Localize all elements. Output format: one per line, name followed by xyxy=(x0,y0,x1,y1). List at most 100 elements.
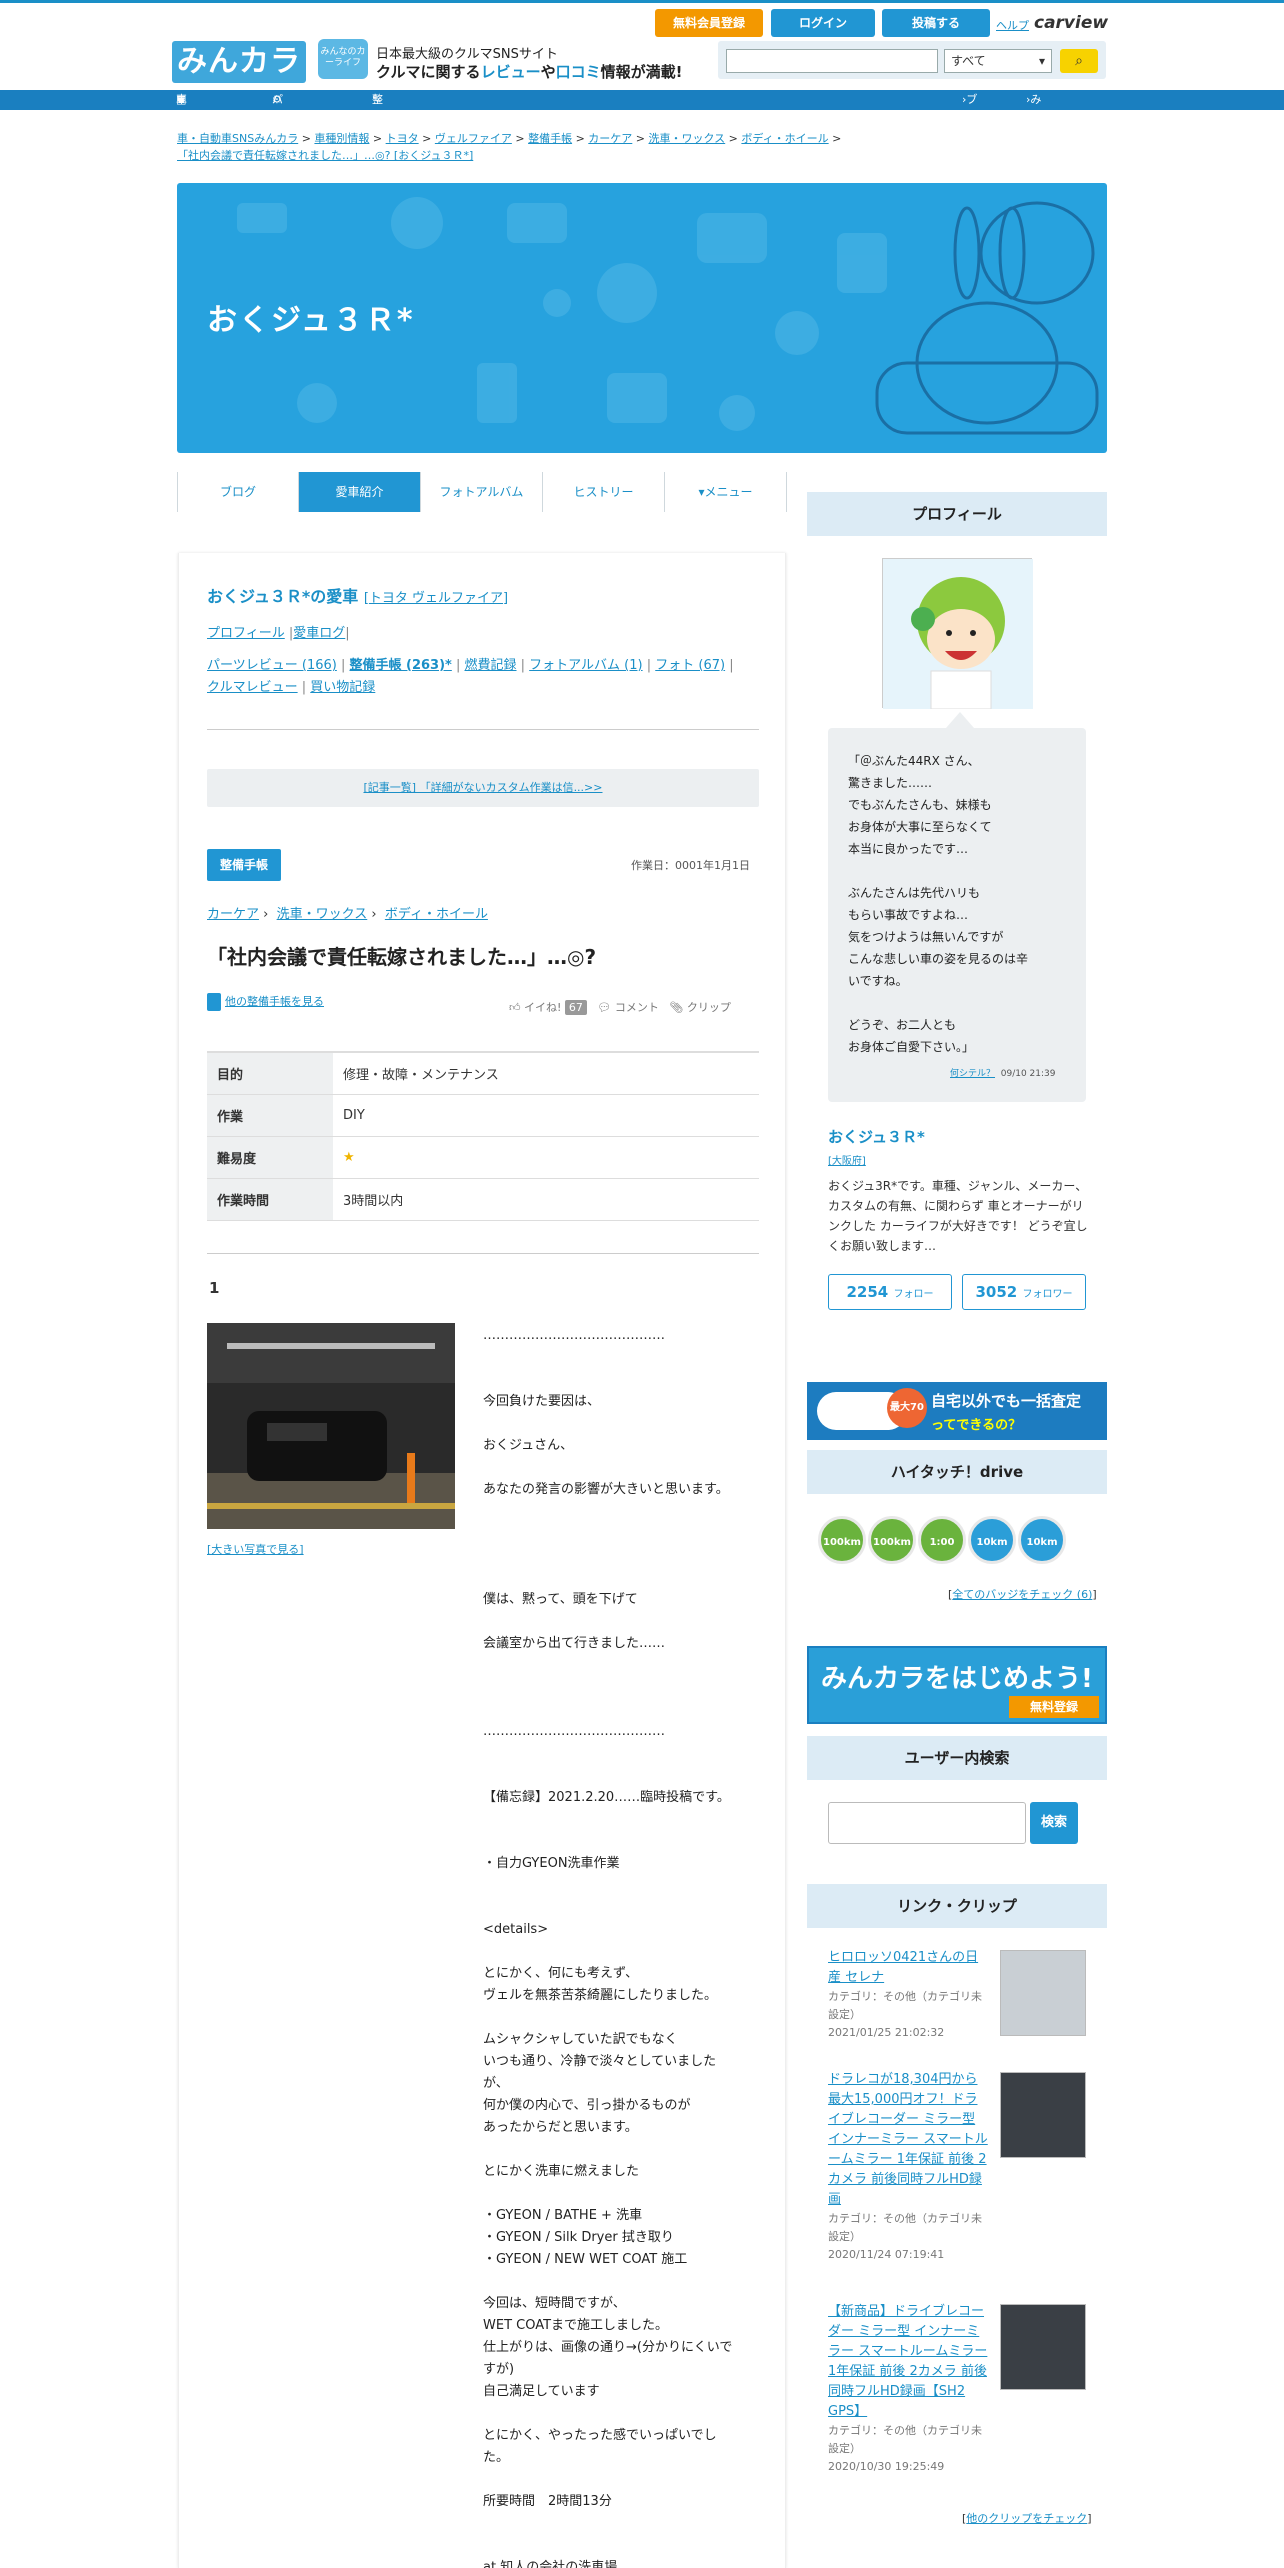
clip-title-link[interactable]: 【新商品】ドライブレコーダー ミラー型 インナーミラー スマートルームミラー 1… xyxy=(828,2302,988,2422)
album-link[interactable]: フォトアルバム (1) xyxy=(529,658,642,673)
clip-button[interactable]: 📎︎ クリップ xyxy=(669,1001,730,1014)
profile-region[interactable]: [大阪府] xyxy=(828,1152,866,1167)
enlarge-photo-link[interactable]: [大きい写真で見る] xyxy=(207,1541,304,1557)
carlog-link[interactable]: 愛車ログ xyxy=(293,626,345,641)
owner-heading: おくジュ３Ｒ*の愛車 [トヨタ ヴェルファイア] xyxy=(207,587,509,606)
user-search-button[interactable]: 検索 xyxy=(1030,1802,1078,1844)
help-link[interactable]: ヘルプ xyxy=(996,17,1029,33)
shopping-link[interactable]: 買い物記録 xyxy=(310,680,375,695)
like-button[interactable]: 👍︎ イイね! 67 xyxy=(509,1000,587,1015)
profile-name[interactable]: おくジュ３Ｒ* xyxy=(828,1126,925,1147)
search-icon: ⌕ xyxy=(1075,53,1083,69)
breadcrumb-current[interactable]: 「社内会議で責任転嫁されました…」…◎? [おくジュ３Ｒ*] xyxy=(177,149,473,162)
follower-count-button[interactable]: 3052 フォロワー xyxy=(962,1274,1086,1310)
tab-my-car[interactable]: 愛車紹介 xyxy=(299,472,421,512)
profile-link[interactable]: プロフィール xyxy=(207,626,285,641)
article-list-nav[interactable]: [記事一覧] 「詳細がないカスタム作業は信...>> xyxy=(207,769,759,807)
search-button[interactable]: ⌕ xyxy=(1060,49,1098,73)
car-review-link[interactable]: クルマレビュー xyxy=(207,680,298,695)
breadcrumb-car-info[interactable]: 車種別情報 xyxy=(314,132,369,145)
table-row: 作業時間 3時間以内 xyxy=(207,1178,759,1221)
user-search-input[interactable] xyxy=(828,1802,1026,1844)
carview-logo[interactable]: carview xyxy=(1034,13,1108,33)
search-input[interactable] xyxy=(726,49,938,73)
tab-blog[interactable]: ブログ xyxy=(177,472,299,512)
category-wash[interactable]: 洗車・ワックス xyxy=(277,907,368,922)
tab-photo-album[interactable]: フォトアルバム xyxy=(421,472,543,512)
search-scope-select[interactable]: すべて ▾ xyxy=(944,49,1052,73)
breadcrumb-home[interactable]: 車・自動車SNSみんカラ xyxy=(177,132,298,145)
avatar-illustration xyxy=(883,559,1033,710)
user-avatar[interactable] xyxy=(882,558,1033,710)
clip-thumbnail[interactable] xyxy=(1000,2072,1086,2158)
clip-thumbnail[interactable] xyxy=(1000,2304,1086,2390)
like-count: 67 xyxy=(564,1000,587,1015)
parts-review-link[interactable]: パーツレビュー (166) xyxy=(207,658,337,673)
join-minkara-banner[interactable]: みんカラをはじめよう! 無料登録 xyxy=(807,1646,1107,1724)
tab-history[interactable]: ヒストリー xyxy=(543,472,665,512)
breadcrumb-wash[interactable]: 洗車・ワックス xyxy=(649,132,726,145)
status-meta: 何シテル？ 09/10 21:39 xyxy=(950,1069,1056,1079)
breadcrumb-carcare[interactable]: カーケア xyxy=(588,132,632,145)
other-maintenance[interactable]: 他の整備手帳を見る xyxy=(207,993,324,1011)
photo-link[interactable]: フォト (67) xyxy=(655,658,725,673)
all-badges: [全てのバッジをチェック (6)] xyxy=(948,1588,1097,1601)
follow-count-button[interactable]: 2254 フォロー xyxy=(828,1274,952,1310)
clip-title-link[interactable]: ドラレコが18,304円から最大15,000円オフ！ドライブレコーダー ミラー型… xyxy=(828,2070,988,2210)
badge-100km-icon[interactable]: 100km xyxy=(818,1516,866,1564)
step-number: 1 xyxy=(209,1279,220,1297)
profile-tabs: ブログ 愛車紹介 フォトアルバム ヒストリー ▾メニュー xyxy=(177,472,787,512)
minkara-logo[interactable]: みんカラ xyxy=(172,41,306,83)
tab-menu[interactable]: ▾メニュー xyxy=(665,472,787,512)
breadcrumb: 車・自動車SNSみんカラ > 車種別情報 > トヨタ > ヴェルファイア > 整… xyxy=(177,132,842,162)
chevron-down-icon: ▾ xyxy=(1038,54,1045,68)
breadcrumb-body[interactable]: ボディ・ホイール xyxy=(741,132,828,145)
car-photo xyxy=(207,1323,455,1529)
breadcrumb-model[interactable]: ヴェルファイア xyxy=(435,132,512,145)
badge-10km-icon[interactable]: 10km xyxy=(968,1516,1016,1564)
article-title: 「社内会議で責任転嫁されました…」…◎? xyxy=(207,945,597,969)
spec-table: 目的 修理・故障・メンテナンス 作業 DIY 難易度 ★ 作業時間 3時間以内 xyxy=(207,1051,759,1221)
badge-1hour-icon[interactable]: 1:00 xyxy=(918,1516,966,1564)
hitouch-heading: ハイタッチ！drive xyxy=(807,1450,1107,1494)
maintenance-link[interactable]: 整備手帳 (263)* xyxy=(350,658,452,673)
main-content: おくジュ３Ｒ*の愛車 [トヨタ ヴェルファイア] プロフィール |愛車ログ| パ… xyxy=(178,553,786,2568)
status-link[interactable]: 何シテル？ xyxy=(950,1069,995,1079)
comment-button[interactable]: 💬︎ コメント xyxy=(597,1001,658,1014)
free-register-button: 無料登録 xyxy=(1009,1696,1099,1718)
more-clips-link[interactable]: 他のクリップをチェック xyxy=(966,2512,1087,2525)
all-badges-link[interactable]: 全てのバッジをチェック (6) xyxy=(952,1588,1092,1601)
login-button[interactable]: ログイン xyxy=(771,9,875,37)
table-row: 作業 DIY xyxy=(207,1094,759,1137)
breadcrumb-maintenance[interactable]: 整備手帳 xyxy=(528,132,572,145)
step-photo[interactable] xyxy=(207,1323,455,1529)
clip-thumbnail[interactable] xyxy=(1000,1950,1086,2036)
breadcrumb-maker[interactable]: トヨタ xyxy=(386,132,419,145)
badge-100km-icon[interactable]: 100km xyxy=(868,1516,916,1564)
category-body[interactable]: ボディ・ホイール xyxy=(385,907,488,922)
bubble-arrow xyxy=(946,712,974,728)
nav-blog[interactable]: › ブログ xyxy=(962,90,977,146)
table-row: 目的 修理・故障・メンテナンス xyxy=(207,1052,759,1095)
clip-item: ドラレコが18,304円から最大15,000円オフ！ドライブレコーダー ミラー型… xyxy=(828,2070,988,2261)
banner-title: おくジュ３Ｒ* xyxy=(207,303,415,338)
nav-minkara-plus[interactable]: › みんカラ＋ xyxy=(1026,90,1041,186)
site-search: すべて ▾ ⌕ xyxy=(718,41,1106,79)
clip-item: ヒロロッソ0421さんの日産 セレナ カテゴリ：その他（カテゴリ未設定） 202… xyxy=(828,1948,988,2042)
user-search-heading: ユーザー内検索 xyxy=(807,1736,1107,1780)
divider xyxy=(207,1253,759,1254)
badge-10km-icon[interactable]: 10km xyxy=(1018,1516,1066,1564)
category-carcare[interactable]: カーケア xyxy=(207,907,259,922)
article-categories: カーケア › 洗車・ワックス › ボディ・ホイール xyxy=(207,907,488,922)
owner-links-2: パーツレビュー (166) | 整備手帳 (263)* | 燃費記録 | フォト… xyxy=(207,658,734,695)
post-button[interactable]: 投稿する xyxy=(882,9,990,37)
clip-title-link[interactable]: ヒロロッソ0421さんの日産 セレナ xyxy=(828,1948,988,1988)
register-button[interactable]: 無料会員登録 xyxy=(655,9,763,37)
fuel-link[interactable]: 燃費記録 xyxy=(465,658,517,673)
owner-links-1: プロフィール |愛車ログ| xyxy=(207,626,350,641)
owner-car-link[interactable]: トヨタ ヴェルファイア xyxy=(369,591,503,606)
appraisal-ad-banner[interactable]: 最大70万円 自宅以外でも一括査定 ってできるの？ xyxy=(807,1382,1107,1440)
tagline: 日本最大級のクルマSNSサイト xyxy=(376,47,558,62)
site-header: みんカラ みんなのカーライフ 日本最大級のクルマSNSサイト クルマに関するレビ… xyxy=(0,0,1284,90)
link-clip-heading: リンク・クリップ xyxy=(807,1884,1107,1928)
